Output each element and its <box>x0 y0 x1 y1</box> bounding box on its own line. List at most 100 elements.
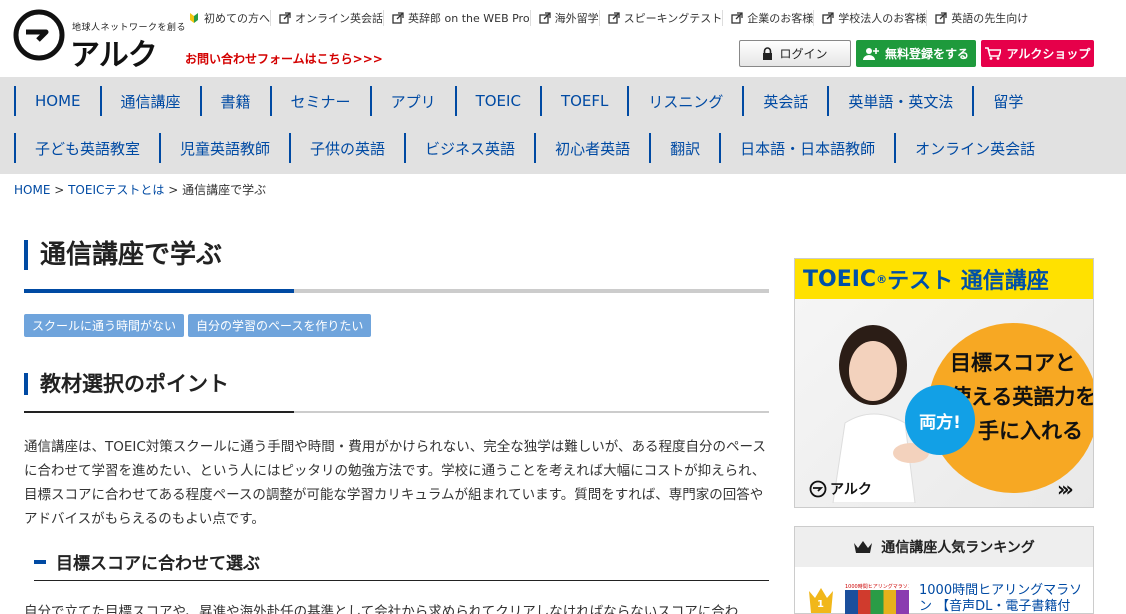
external-link-icon <box>392 12 404 24</box>
rank-title-line-2: ン 【音声DL・電子書籍付 <box>919 599 1071 614</box>
banner-logo: アルク <box>809 479 872 499</box>
banner-title: TOEIC ® テスト 通信講座 <box>795 259 1093 299</box>
alc-logo[interactable]: 地球人ネットワークを創る アルク <box>12 8 186 73</box>
shop-button[interactable]: アルクショップ <box>981 40 1094 67</box>
toplink-corporate[interactable]: 企業のお客様 <box>722 10 813 26</box>
ranking-item[interactable]: 1 1000時間ヒアリングマラソン 1000時間ヒアリングマラソ ン 【音声DL… <box>805 579 1085 614</box>
lock-icon <box>763 47 773 60</box>
subsection-marker <box>34 559 46 564</box>
toplink-label: 初めての方へ <box>204 12 270 25</box>
nav-item-kids-english[interactable]: 子供の英語 <box>289 133 404 163</box>
alc-logo-mark-icon <box>809 480 827 498</box>
nav-item-toeic[interactable]: TOEIC <box>454 86 540 116</box>
banner-badge: 両方! <box>905 385 975 455</box>
ranking-heading: 通信講座人気ランキング <box>881 540 1035 556</box>
toplink-speaking-test[interactable]: スピーキングテスト <box>598 10 722 26</box>
section-divider <box>24 411 769 413</box>
subsection-divider <box>34 580 769 581</box>
add-user-icon <box>862 48 879 60</box>
toplink-schools[interactable]: 学校法人のお客様 <box>813 10 926 26</box>
rank-thumb-label: 1000時間ヒアリングマラソン <box>845 583 909 590</box>
page-title: 通信講座で学ぶ <box>24 240 222 270</box>
tag-list: スクールに通う時間がない 自分の学習のペースを作りたい <box>24 314 375 337</box>
breadcrumb-toeic[interactable]: TOEICテストとは <box>68 183 164 197</box>
banner-title-main: TOEIC <box>803 266 877 292</box>
register-button[interactable]: 無料登録をする <box>856 40 976 67</box>
toeic-correspondence-banner[interactable]: TOEIC ® テスト 通信講座 目標スコアと 使える英語力を 手に入れる 両方!… <box>794 258 1094 508</box>
toplink-eijiro[interactable]: 英辞郎 on the WEB Pro <box>383 10 530 26</box>
nav-item-home[interactable]: HOME <box>14 86 100 116</box>
toplink-beginner[interactable]: 初めての方へ <box>180 10 270 26</box>
nav-item-japanese[interactable]: 日本語・日本語教師 <box>719 133 894 163</box>
banner-title-rest: テスト 通信講座 <box>887 269 1049 294</box>
external-link-icon <box>731 12 743 24</box>
toplink-label: 企業のお客様 <box>747 12 814 25</box>
title-divider <box>24 289 769 293</box>
global-nav-row-1: HOME 通信講座 書籍 セミナー アプリ TOEIC TOEFL リスニング … <box>14 86 1042 116</box>
nav-item-apps[interactable]: アプリ <box>369 86 455 116</box>
breadcrumb-separator: > <box>50 183 69 197</box>
ranking-header: 通信講座人気ランキング <box>795 527 1093 567</box>
section-heading: 教材選択のポイント <box>24 373 229 395</box>
crown-icon <box>854 541 873 553</box>
toplink-label: オンライン英会話 <box>295 12 383 25</box>
logo-brand: アルク <box>70 38 158 73</box>
subsection-heading: 目標スコアに合わせて選ぶ <box>34 549 260 574</box>
nav-item-listening[interactable]: リスニング <box>627 86 742 116</box>
breadcrumb-separator: > <box>164 183 183 197</box>
login-button[interactable]: ログイン <box>739 40 851 67</box>
banner-line-3: 手に入れる <box>978 419 1083 443</box>
banner-title-registered: ® <box>876 272 888 286</box>
login-label: ログイン <box>779 47 828 61</box>
banner-line-1: 目標スコアと <box>950 351 1076 375</box>
external-link-icon <box>607 12 620 24</box>
nav-item-kids-school[interactable]: 子ども英語教室 <box>14 133 159 163</box>
toplink-teachers[interactable]: 英語の先生向け <box>926 10 1028 26</box>
tag-no-time[interactable]: スクールに通う時間がない <box>24 314 185 337</box>
global-nav-row-2: 子ども英語教室 児童英語教師 子供の英語 ビジネス英語 初心者英語 翻訳 日本語… <box>14 133 1054 163</box>
breadcrumb: HOME > TOEICテストとは > 通信講座で学ぶ <box>14 181 266 198</box>
breadcrumb-current: 通信講座で学ぶ <box>182 183 267 197</box>
beginner-icon <box>190 13 198 23</box>
nav-item-books[interactable]: 書籍 <box>199 86 270 116</box>
top-links: 初めての方へ オンライン英会話 英辞郎 on the WEB Pro 海外留学 … <box>180 10 1028 26</box>
banner-body: 目標スコアと 使える英語力を 手に入れる 両方! アルク ››› <box>795 299 1093 507</box>
toplink-label: 学校法人のお客様 <box>838 12 927 25</box>
banner-logo-text: アルク <box>830 482 872 498</box>
ranking-box: 通信講座人気ランキング 1 1000時間ヒアリングマラソン 1000時間ヒアリン… <box>794 526 1094 614</box>
subsection-heading-text: 目標スコアに合わせて選ぶ <box>56 554 260 574</box>
contact-form-link[interactable]: お問い合わせフォームはこちら>>> <box>185 50 383 67</box>
cart-icon <box>984 47 1001 60</box>
rank-number: 1 <box>817 599 824 610</box>
nav-item-translation[interactable]: 翻訳 <box>649 133 719 163</box>
nav-item-eikaiwa[interactable]: 英会話 <box>742 86 827 116</box>
nav-item-beginner[interactable]: 初心者英語 <box>534 133 649 163</box>
nav-item-seminar[interactable]: セミナー <box>269 86 370 116</box>
tag-own-pace[interactable]: 自分の学習のペースを作りたい <box>188 314 372 337</box>
external-link-icon <box>538 12 551 24</box>
subsection-paragraph: 自分で立てた目標スコアや、昇進や海外赴任の基準として会社から求められてクリアしな… <box>24 604 739 614</box>
rank-title: 1000時間ヒアリングマラソ ン 【音声DL・電子書籍付 <box>919 583 1082 614</box>
nav-item-kids-teacher[interactable]: 児童英語教師 <box>159 133 289 163</box>
nav-item-toefl[interactable]: TOEFL <box>539 86 627 116</box>
site-header: 地球人ネットワークを創る アルク お問い合わせフォームはこちら>>> 初めての方… <box>0 0 1126 77</box>
breadcrumb-home[interactable]: HOME <box>14 183 50 197</box>
external-link-icon <box>279 12 291 24</box>
toplink-study-abroad[interactable]: 海外留学 <box>529 10 599 26</box>
section-paragraph: 通信講座は、TOEIC対策スクールに通う手間や時間・費用がかけられない、完全な独… <box>24 439 766 527</box>
shop-label: アルクショップ <box>1006 47 1091 61</box>
external-link-icon <box>822 12 834 24</box>
nav-item-business[interactable]: ビジネス英語 <box>404 133 534 163</box>
global-nav: HOME 通信講座 書籍 セミナー アプリ TOEIC TOEFL リスニング … <box>0 77 1126 174</box>
nav-item-online-eikaiwa[interactable]: オンライン英会話 <box>894 133 1054 163</box>
title-divider-accent <box>24 289 294 293</box>
nav-item-vocab-grammar[interactable]: 英単語・英文法 <box>827 86 972 116</box>
section-divider-accent <box>24 411 294 413</box>
rank-title-line-1: 1000時間ヒアリングマラソ <box>919 583 1083 598</box>
toplink-online-eikaiwa[interactable]: オンライン英会話 <box>270 10 383 26</box>
toplink-label: 海外留学 <box>554 12 599 25</box>
nav-item-correspondence[interactable]: 通信講座 <box>99 86 200 116</box>
toplink-label: 英語の先生向け <box>951 12 1029 25</box>
toplink-label: 英辞郎 on the WEB Pro <box>408 12 530 25</box>
nav-item-study-abroad[interactable]: 留学 <box>972 86 1042 116</box>
